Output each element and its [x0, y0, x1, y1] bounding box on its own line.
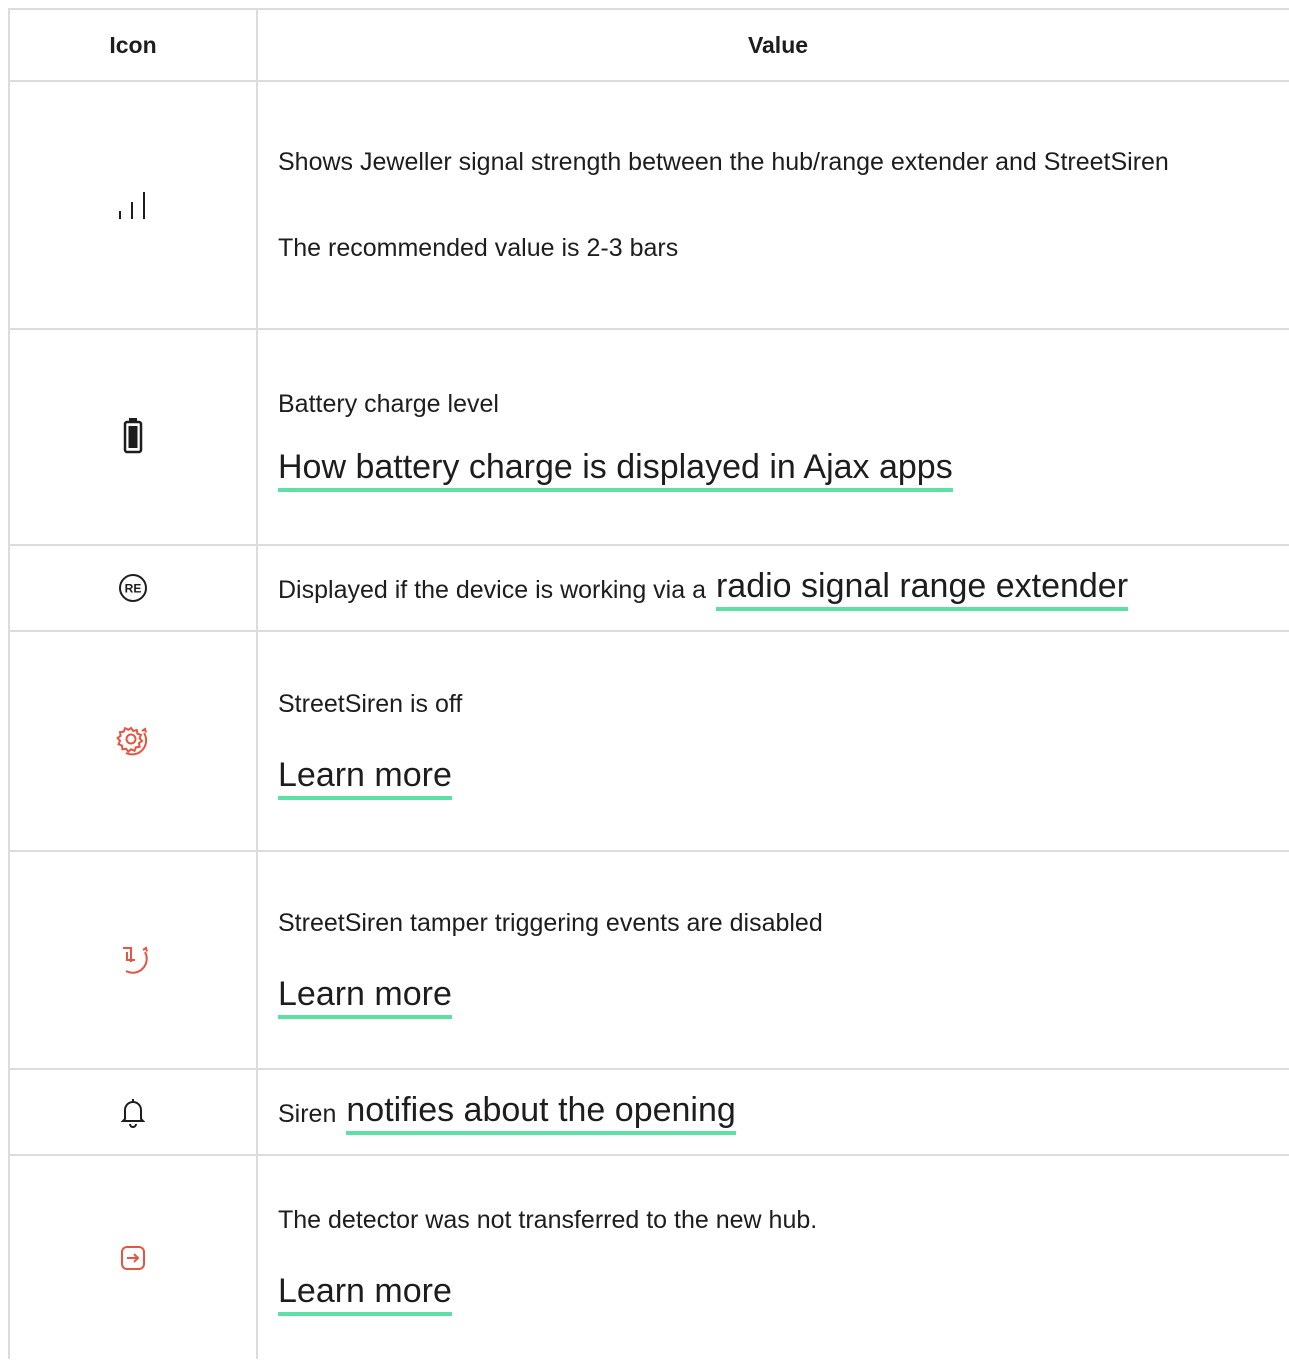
page: Icon Value Shows Jeweller signal strengt…: [0, 0, 1289, 1367]
battery-icon: [115, 418, 151, 454]
table-row: The detector was not transferred to the …: [8, 1154, 1289, 1359]
device-icons-table: Icon Value Shows Jeweller signal strengt…: [8, 8, 1289, 1359]
range-extender-icon-text: RE: [125, 582, 142, 596]
value-cell: Siren notifies about the opening: [256, 1068, 1289, 1156]
tamper-disabled-icon: [111, 946, 155, 974]
table-header-row: Icon Value: [8, 8, 1289, 82]
bell-icon: [113, 1099, 153, 1128]
table-row: StreetSiren tamper triggering events are…: [8, 850, 1289, 1070]
icon-cell: [8, 80, 258, 330]
value-cell: StreetSiren is off Learn more: [256, 630, 1289, 852]
icon-cell: [8, 328, 258, 546]
transfer-icon: [113, 1245, 153, 1270]
icon-cell: [8, 1154, 258, 1359]
table-row: StreetSiren is off Learn more: [8, 630, 1289, 852]
table-row: Battery charge level How battery charge …: [8, 328, 1289, 546]
value-cell: Battery charge level How battery charge …: [256, 328, 1289, 546]
table-row: Siren notifies about the opening: [8, 1068, 1289, 1156]
battery-link[interactable]: How battery charge is displayed in Ajax …: [278, 447, 953, 492]
header-value: Value: [256, 8, 1289, 82]
transfer-learn-more-link[interactable]: Learn more: [278, 1271, 452, 1316]
range-extender-link[interactable]: radio signal range extender: [715, 566, 1129, 611]
signal-description: Shows Jeweller signal strength between t…: [278, 148, 1169, 176]
icon-cell: [8, 1068, 258, 1156]
icon-cell: [8, 850, 258, 1070]
tamper-disabled-text: StreetSiren tamper triggering events are…: [278, 908, 823, 937]
range-extender-icon: RE: [113, 574, 153, 602]
icon-cell: [8, 630, 258, 852]
tamper-learn-more-link[interactable]: Learn more: [278, 974, 452, 1019]
siren-off-icon: [111, 726, 155, 756]
transfer-text: The detector was not transferred to the …: [278, 1206, 818, 1234]
battery-text: Battery charge level: [278, 389, 499, 418]
signal-recommendation: The recommended value is 2-3 bars: [278, 234, 679, 262]
range-extender-text: Displayed if the device is working via a: [278, 575, 706, 604]
value-cell: Displayed if the device is working via a…: [256, 544, 1289, 632]
siren-text: Siren: [278, 1099, 337, 1128]
header-icon: Icon: [8, 8, 258, 82]
signal-bars-icon: [113, 192, 153, 219]
notifies-opening-link[interactable]: notifies about the opening: [346, 1090, 736, 1135]
table-row: Shows Jeweller signal strength between t…: [8, 80, 1289, 330]
icon-cell: RE: [8, 544, 258, 632]
siren-off-learn-more-link[interactable]: Learn more: [278, 755, 452, 800]
value-cell: The detector was not transferred to the …: [256, 1154, 1289, 1359]
value-cell: StreetSiren tamper triggering events are…: [256, 850, 1289, 1070]
table-row: RE Displayed if the device is working vi…: [8, 544, 1289, 632]
siren-off-text: StreetSiren is off: [278, 689, 463, 718]
value-cell: Shows Jeweller signal strength between t…: [256, 80, 1289, 330]
